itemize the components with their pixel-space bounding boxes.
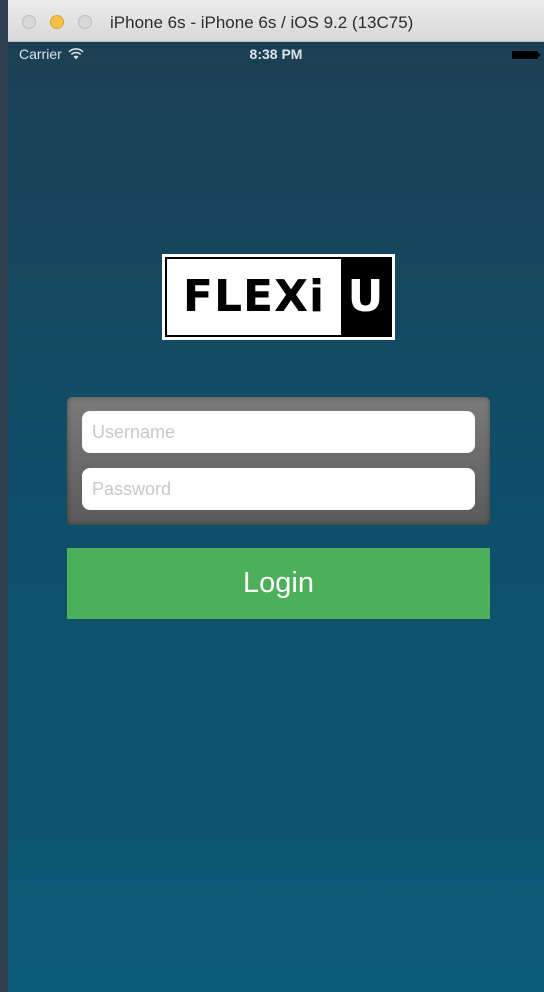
window-minimize-button[interactable]: [50, 15, 64, 29]
password-field[interactable]: [82, 468, 475, 510]
app-screen: Carrier 8:38 PM FLEXi U Logi: [8, 42, 544, 992]
login-button[interactable]: Login: [67, 548, 490, 619]
flexiu-logo: FLEXi U: [162, 254, 395, 340]
logo-text-left: FLEXi: [167, 259, 341, 335]
login-form-panel: [67, 397, 490, 525]
window-titlebar: iPhone 6s - iPhone 6s / iOS 9.2 (13C75): [8, 0, 544, 42]
window-title: iPhone 6s - iPhone 6s / iOS 9.2 (13C75): [110, 13, 414, 32]
logo-text-right: U: [341, 259, 390, 335]
status-time: 8:38 PM: [249, 46, 303, 62]
simulator-window: iPhone 6s - iPhone 6s / iOS 9.2 (13C75) …: [8, 0, 544, 992]
desktop-background: [0, 0, 8, 992]
logo-frame: FLEXi U: [165, 257, 392, 337]
username-field[interactable]: [82, 411, 475, 453]
window-zoom-button[interactable]: [78, 15, 92, 29]
battery-icon: [512, 51, 540, 59]
status-bar: Carrier 8:38 PM: [8, 42, 544, 66]
window-close-button[interactable]: [22, 15, 36, 29]
